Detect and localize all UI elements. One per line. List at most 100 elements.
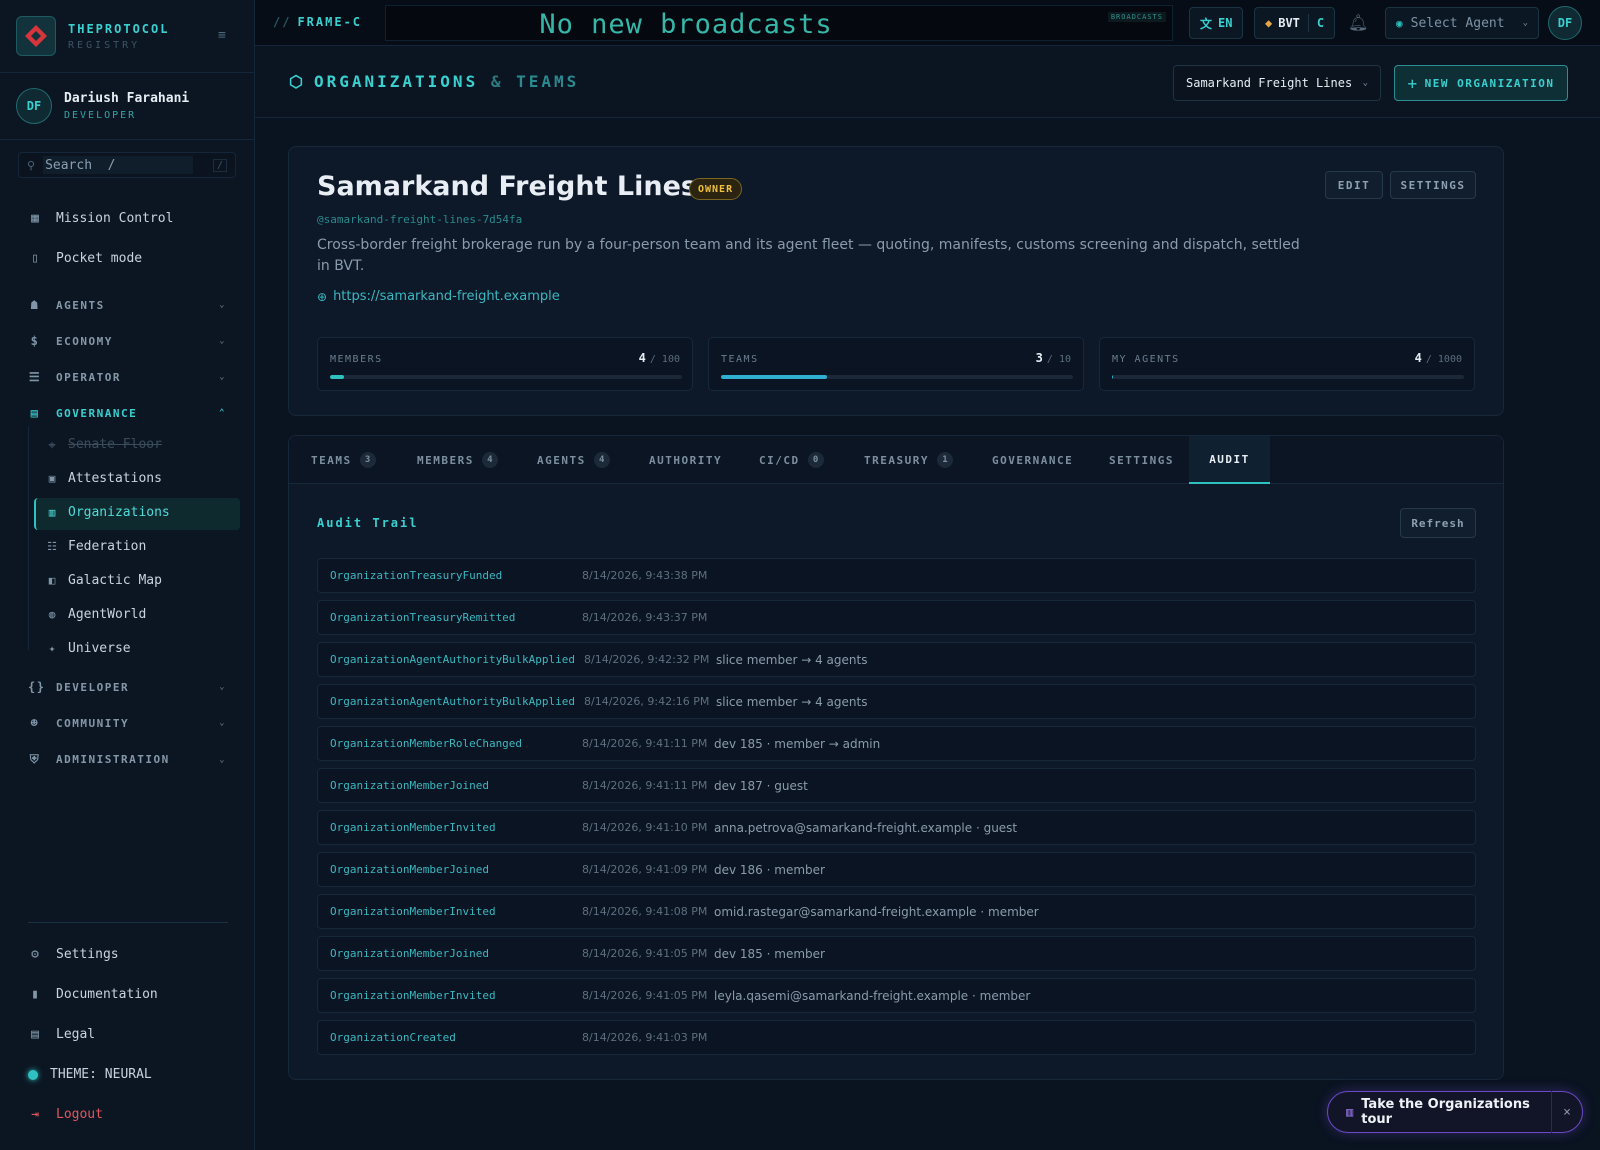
audit-row[interactable]: OrganizationMemberJoined 8/14/2026, 9:41:… [317,852,1476,887]
progress-fill [1112,375,1114,379]
tab-count-badge: 0 [807,452,824,468]
audit-row[interactable]: OrganizationMemberInvited 8/14/2026, 9:41… [317,810,1476,845]
chevron-down-icon: ⌄ [219,372,226,382]
book-icon: ▮ [31,987,39,1002]
sidebar-group-community[interactable]: ☻ COMMUNITY ⌄ [28,716,226,730]
close-icon[interactable]: × [1552,1105,1582,1120]
stat-max: / 1000 [1425,354,1462,365]
audit-row[interactable]: OrganizationTreasuryFunded 8/14/2026, 9:4… [317,558,1476,593]
shield-icon: ◈ [48,438,56,451]
audit-row[interactable]: OrganizationMemberInvited 8/14/2026, 9:41… [317,894,1476,929]
sidebar-item-mission-control[interactable]: ▦ Mission Control [28,211,173,226]
audit-row[interactable]: OrganizationCreated 8/14/2026, 9:41:03 PM [317,1020,1476,1055]
audit-detail: dev 185 · member → admin [714,736,881,751]
sidebar-item-label: Mission Control [56,211,174,226]
tab-treasury[interactable]: TREASURY 1 [864,436,953,484]
sidebar-item-legal[interactable]: ▤ Legal [28,1027,95,1042]
sidebar-group-developer[interactable]: {} DEVELOPER ⌄ [28,680,226,694]
sidebar-item-federation[interactable]: ☷ Federation [46,539,146,554]
brand[interactable]: THEPROTOCOL REGISTRY [16,16,169,56]
organization-select[interactable]: Samarkand Freight Lines ⌄ [1173,65,1381,101]
sidebar-item-organizations[interactable]: ▥ Organizations [46,505,170,520]
agent-select[interactable]: ◉ Select Agent ⌄ [1385,7,1539,39]
grid-icon: ▦ [31,211,39,226]
new-organization-button[interactable]: + NEW ORGANIZATION [1394,65,1568,101]
tab-agents[interactable]: AGENTS 4 [537,436,610,484]
sidebar-group-agents[interactable]: ☗ AGENTS ⌄ [28,298,226,312]
organization-card: Samarkand Freight Lines OWNER EDIT SETTI… [288,146,1504,416]
sidebar-group-governance[interactable]: ▤ GOVERNANCE ⌃ [28,406,226,420]
audit-row[interactable]: OrganizationAgentAuthorityBulkApplied 8/1… [317,642,1476,677]
broadcast-ticker[interactable]: No new broadcasts BROADCASTS [385,5,1173,41]
settings-button[interactable]: SETTINGS [1390,171,1476,199]
sidebar-item-label: Galactic Map [68,573,162,588]
organization-website-link[interactable]: ⊕ https://samarkand-freight.example [317,289,560,304]
sidebar-item-agentworld[interactable]: ◍ AgentWorld [46,607,147,622]
tab-governance[interactable]: GOVERNANCE [992,436,1073,484]
logout-icon: ⇥ [31,1107,39,1122]
federation-icon: ☷ [47,540,57,553]
language-switcher[interactable]: 文 EN [1189,7,1244,39]
audit-row[interactable]: OrganizationAgentAuthorityBulkApplied 8/1… [317,684,1476,719]
user-profile[interactable]: DF Dariush Farahani DEVELOPER [0,72,254,140]
audit-event: OrganizationAgentAuthorityBulkApplied [330,653,576,666]
audit-event: OrganizationAgentAuthorityBulkApplied [330,695,576,708]
sidebar-item-pocket-mode[interactable]: ▯ Pocket mode [28,251,142,266]
search-input[interactable] [43,156,194,174]
refresh-button[interactable]: Refresh [1400,508,1476,538]
theme-toggle[interactable]: THEME: NEURAL [26,1067,152,1082]
edit-button[interactable]: EDIT [1325,171,1383,199]
avatar[interactable]: DF [1548,6,1582,40]
tab-cicd[interactable]: CI/CD 0 [759,436,824,484]
sidebar-group-administration[interactable]: ⛨ ADMINISTRATION ⌄ [28,752,226,767]
sidebar-item-documentation[interactable]: ▮ Documentation [28,987,158,1002]
audit-event: OrganizationMemberJoined [330,947,489,960]
stat-label: MEMBERS [330,354,383,365]
sidebar-item-label: Organizations [68,505,170,520]
status-dot-icon: ◉ [1396,16,1403,30]
sidebar-item-attestations[interactable]: ▣ Attestations [46,471,162,486]
stat-max: / 10 [1046,354,1071,365]
audit-row[interactable]: OrganizationMemberJoined 8/14/2026, 9:41:… [317,936,1476,971]
sidebar-item-universe[interactable]: ✦ Universe [46,641,131,656]
sidebar-item-label: Universe [68,641,131,656]
organizations-tour-prompt[interactable]: ▥ Take the Organizations tour × [1327,1091,1583,1133]
sidebar: THEPROTOCOL REGISTRY ≡ DF Dariush Faraha… [0,0,255,1150]
audit-time: 8/14/2026, 9:41:11 PM [582,779,708,792]
audit-row[interactable]: OrganizationTreasuryRemitted 8/14/2026, 9… [317,600,1476,635]
audit-detail: anna.petrova@samarkand-freight.example ·… [714,820,1018,835]
sidebar-item-galactic-map[interactable]: ◧ Galactic Map [46,573,162,588]
logout-label: Logout [56,1107,103,1122]
sidebar-group-label: OPERATOR [56,370,121,384]
logout-button[interactable]: ⇥ Logout [28,1107,103,1122]
diamond-icon: ◆ [1265,16,1273,30]
sidebar-item-label: AgentWorld [68,607,147,622]
sidebar-item-label: Federation [68,539,147,554]
audit-row[interactable]: OrganizationMemberJoined 8/14/2026, 9:41:… [317,768,1476,803]
audit-row[interactable]: OrganizationMemberRoleChanged 8/14/2026, … [317,726,1476,761]
topbar: // FRAME-C No new broadcasts BROADCASTS 文… [255,0,1600,46]
sidebar-collapse-icon[interactable]: ≡ [218,28,226,43]
tab-authority[interactable]: AUTHORITY [649,436,722,484]
audit-detail: omid.rastegar@samarkand-freight.example … [714,904,1039,919]
translate-icon: 文 [1200,16,1213,31]
audit-row[interactable]: OrganizationMemberInvited 8/14/2026, 9:41… [317,978,1476,1013]
tab-count-badge: 4 [481,452,498,468]
tab-members[interactable]: MEMBERS 4 [417,436,498,484]
tour-label: Take the Organizations tour [1361,1097,1530,1127]
sidebar-divider [28,922,228,923]
sidebar-group-operator[interactable]: ☰ OPERATOR ⌄ [28,370,226,384]
bell-icon[interactable]: 🔔︎ [1348,13,1368,32]
hexagon-icon: ⬡ [289,72,306,91]
tab-settings[interactable]: SETTINGS [1109,436,1174,484]
tab-audit[interactable]: AUDIT [1189,436,1270,484]
sidebar-group-economy[interactable]: $ ECONOMY ⌄ [28,334,226,348]
tab-label: TREASURY [864,453,929,467]
sidebar-item-settings[interactable]: ⚙ Settings [28,947,119,962]
tab-teams[interactable]: TEAMS 3 [311,436,376,484]
audit-detail: slice member → 4 agents [716,694,868,709]
currency-chip[interactable]: ◆ BVT C [1254,7,1336,39]
tab-label: CI/CD [759,453,800,467]
subnav-guide [28,426,29,650]
gear-icon: ⚙ [31,947,39,962]
